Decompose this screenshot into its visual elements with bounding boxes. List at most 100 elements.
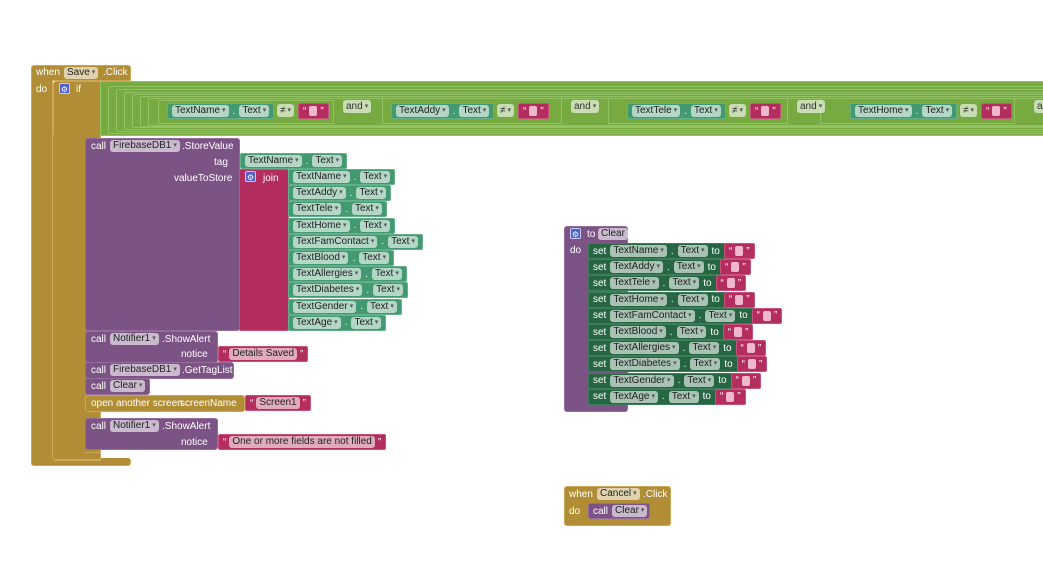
property-dropdown[interactable]: Text ▾ [388,235,418,248]
and-operator-dropdown[interactable]: and▾ [343,100,372,113]
component-dropdown[interactable]: TextHome ▾ [855,105,912,117]
procedure-name-field[interactable]: Clear [598,228,628,240]
component-dropdown[interactable]: TextName ▾ [172,105,229,117]
text-string-block[interactable]: “” [518,103,549,119]
property-dropdown[interactable]: Text ▾ [360,219,391,232]
component-getter[interactable]: TextHome ▾. Text ▾ [288,217,396,234]
component-getter[interactable]: TextGender ▾. Text ▾ [288,298,402,315]
component-dropdown[interactable]: TextAllergies ▾ [293,268,362,281]
and-operator-dropdown[interactable]: and▾ [797,100,826,113]
component-getter[interactable]: TextHome ▾. Text ▾ [850,103,958,119]
text-value[interactable] [735,294,744,305]
component-dropdown[interactable]: TextAllergies ▾ [610,342,679,355]
text-string-block[interactable]: “” [730,372,762,389]
text-value[interactable] [992,106,1001,116]
component-dropdown[interactable]: TextGender ▾ [293,300,357,313]
property-dropdown[interactable]: Text ▾ [705,309,736,322]
component-getter[interactable]: TextAddy ▾. Text ▾ [391,103,495,119]
property-dropdown[interactable]: Text ▾ [459,105,490,117]
property-dropdown[interactable]: Text ▾ [676,326,707,338]
component-dropdown[interactable]: TextName ▾ [610,245,667,257]
text-value[interactable]: One or more fields are not filled [229,436,375,448]
property-dropdown[interactable]: Text ▾ [689,342,720,355]
property-dropdown[interactable]: Text ▾ [922,105,953,117]
component-dropdown[interactable]: TextName ▾ [245,155,302,167]
text-value[interactable] [763,310,771,321]
component-dropdown[interactable]: TextAddy ▾ [610,261,663,274]
property-dropdown[interactable]: Text ▾ [668,390,699,403]
component-dropdown[interactable]: TextDiabetes ▾ [293,284,363,297]
component-dropdown[interactable]: TextTele ▾ [293,203,342,216]
component-setter[interactable]: set TextFamContact ▾. Text ▾ to “” [588,307,783,324]
text-value[interactable] [735,246,744,256]
component-setter[interactable]: set TextBlood ▾. Text ▾ to “” [588,324,754,340]
property-dropdown[interactable]: Text ▾ [673,261,704,274]
component-setter[interactable]: set TextDiabetes ▾. Text ▾ to “” [588,356,768,373]
property-dropdown[interactable]: Text ▾ [669,277,700,290]
then-rail[interactable] [53,135,85,420]
text-value[interactable] [748,359,756,370]
text-value[interactable] [731,262,740,273]
gear-icon[interactable]: ⚙ [59,83,70,94]
component-setter[interactable]: set TextAddy ▾. Text ▾ to “” [588,259,751,276]
text-value[interactable] [309,106,318,116]
text-value[interactable]: Screen1 [256,397,300,409]
event-do-rail[interactable] [31,80,53,466]
text-string-block[interactable]: “” [722,324,754,340]
component-dropdown[interactable]: TextHome ▾ [610,293,667,306]
compare-operator-dropdown[interactable]: ≠ ▾ [277,104,295,117]
text-string-block[interactable]: “” [715,275,747,292]
component-getter[interactable]: TextName ▾. Text ▾ [167,103,275,119]
text-value[interactable] [529,106,538,116]
component-setter[interactable]: set TextGender ▾. Text ▾ to “” [588,372,762,389]
and-operator-dropdown[interactable]: and▾ [571,100,600,113]
notice-text-block[interactable]: “Details Saved” [218,346,309,362]
component-dropdown[interactable]: TextAddy ▾ [396,105,449,117]
text-string-block[interactable]: “” [723,243,755,259]
component-setter[interactable]: set TextName ▾. Text ▾ to “” [588,243,755,259]
property-dropdown[interactable]: Text ▾ [356,187,387,200]
component-setter[interactable]: set TextHome ▾. Text ▾ to “” [588,291,755,308]
property-dropdown[interactable]: Text ▾ [684,374,715,387]
procedure-dropdown[interactable]: Clear ▾ [110,380,146,392]
text-string-block[interactable]: “” [298,103,329,119]
property-dropdown[interactable]: Text ▾ [677,245,708,257]
component-getter[interactable]: TextName ▾. Text ▾ [288,169,396,185]
gear-icon[interactable]: ⚙ [570,228,581,239]
text-string-block[interactable]: “” [736,356,768,373]
screen-name-text-block[interactable]: “Screen1” [245,395,311,411]
component-dropdown[interactable]: Cancel ▾ [597,488,640,500]
component-getter[interactable]: TextAddy ▾. Text ▾ [288,185,392,202]
property-dropdown[interactable]: Text ▾ [677,293,708,306]
join-block[interactable] [239,169,289,331]
component-dropdown[interactable]: TextAddy ▾ [293,187,346,200]
component-setter[interactable]: set TextAge ▾. Text ▾ to “” [588,388,746,405]
property-dropdown[interactable]: Text ▾ [690,105,721,117]
component-dropdown[interactable]: TextDiabetes ▾ [610,358,680,371]
text-value[interactable] [734,327,743,337]
component-dropdown[interactable]: TextTele ▾ [632,105,681,117]
text-string-block[interactable]: “” [714,388,746,405]
component-getter[interactable]: TextDiabetes ▾. Text ▾ [288,282,408,299]
component-dropdown[interactable]: FirebaseDB1 ▾ [110,140,180,152]
component-dropdown[interactable]: TextName ▾ [293,171,350,183]
property-dropdown[interactable]: Text ▾ [351,316,382,329]
component-dropdown[interactable]: Notifier1 ▾ [110,420,159,432]
text-string-block[interactable]: “” [719,259,751,276]
property-dropdown[interactable]: Text ▾ [690,358,721,371]
component-setter[interactable]: set TextTele ▾. Text ▾ to “” [588,275,747,292]
component-dropdown[interactable]: TextFamContact ▾ [293,235,378,248]
text-value[interactable] [726,278,735,289]
property-dropdown[interactable]: Text ▾ [312,155,343,167]
component-dropdown[interactable]: TextTele ▾ [610,277,659,290]
property-dropdown[interactable]: Text ▾ [372,268,402,281]
compare-operator-dropdown[interactable]: ≠ ▾ [960,104,978,117]
text-string-block[interactable]: “” [735,340,767,357]
component-dropdown[interactable]: TextGender ▾ [610,374,674,387]
component-dropdown[interactable]: Save ▾ [64,67,99,79]
text-value[interactable] [726,391,735,402]
property-dropdown[interactable]: Text ▾ [360,171,391,183]
property-dropdown[interactable]: Text ▾ [351,203,382,216]
and-operator-dropdown[interactable]: and▾ [1034,100,1043,113]
component-getter[interactable]: TextAge ▾. Text ▾ [288,314,387,331]
